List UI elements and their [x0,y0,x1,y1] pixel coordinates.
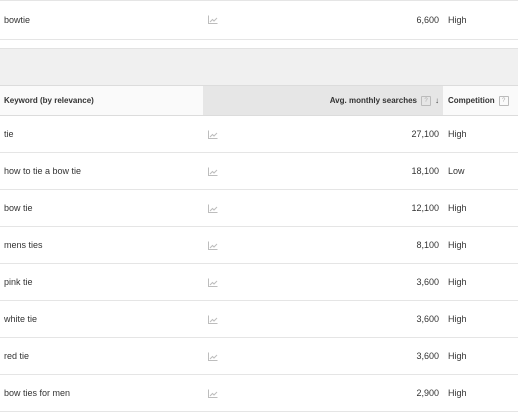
avg-monthly-searches-cell: 6,600 [416,14,439,25]
avg-header-label: Avg. monthly searches [329,96,417,105]
avg-monthly-searches-cell: 2,900 [416,388,439,398]
sort-desc-icon[interactable]: ↓ [435,96,439,105]
table-row[interactable]: how to tie a bow tie 18,100 Low [0,153,518,190]
table-row[interactable]: white tie 3,600 High [0,301,518,338]
keyword-cell: red tie [4,351,30,361]
keyword-cell: tie [4,129,14,139]
competition-cell: High [448,203,467,213]
competition-cell: High [448,351,467,361]
table-row[interactable]: bowtie 6,600 High [0,0,518,40]
avg-monthly-searches-cell: 8,100 [416,240,439,250]
trend-chart-icon[interactable] [203,338,263,374]
keyword-cell: bowtie [4,14,31,25]
avg-monthly-searches-cell: 3,600 [416,314,439,324]
keyword-cell: how to tie a bow tie [4,166,82,176]
keyword-column-header[interactable]: Keyword (by relevance) [0,86,203,115]
trend-chart-icon[interactable] [203,301,263,337]
keyword-cell: bow ties for men [4,388,71,398]
trend-chart-icon[interactable] [203,375,263,411]
table-row[interactable]: red tie 3,600 High [0,338,518,375]
keyword-header-label: Keyword (by relevance) [4,96,94,105]
trend-chart-icon[interactable] [203,264,263,300]
avg-monthly-searches-cell: 3,600 [416,351,439,361]
competition-cell: High [448,14,467,25]
avg-monthly-searches-cell: 3,600 [416,277,439,287]
trend-chart-icon[interactable] [203,153,263,189]
trend-column-header [203,86,263,115]
avg-monthly-searches-cell: 18,100 [411,166,439,176]
competition-cell: High [448,388,467,398]
keyword-cell: pink tie [4,277,33,287]
section-divider [0,48,518,86]
avg-monthly-searches-column-header[interactable]: Avg. monthly searches ? ↓ [263,86,443,115]
competition-cell: High [448,240,467,250]
competition-header-label: Competition [448,96,495,105]
keyword-cell: mens ties [4,240,43,250]
table-row[interactable]: tie 27,100 High [0,116,518,153]
competition-cell: Low [448,166,465,176]
table-row[interactable]: pink tie 3,600 High [0,264,518,301]
trend-chart-icon[interactable] [203,116,263,152]
avg-monthly-searches-cell: 12,100 [411,203,439,213]
trend-chart-icon[interactable] [203,190,263,226]
trend-chart-icon[interactable] [203,227,263,263]
trend-chart-icon[interactable] [203,0,263,39]
competition-cell: High [448,129,467,139]
table-row[interactable]: mens ties 8,100 High [0,227,518,264]
avg-monthly-searches-cell: 27,100 [411,129,439,139]
competition-cell: High [448,277,467,287]
table-row[interactable]: bow ties for men 2,900 High [0,375,518,412]
help-icon[interactable]: ? [421,95,431,106]
help-icon[interactable]: ? [498,95,509,106]
keyword-cell: bow tie [4,203,33,213]
table-row[interactable]: bow tie 12,100 High [0,190,518,227]
competition-column-header[interactable]: Competition ? [443,86,518,115]
competition-cell: High [448,314,467,324]
keyword-cell: white tie [4,314,38,324]
table-header: Keyword (by relevance) Avg. monthly sear… [0,86,518,116]
